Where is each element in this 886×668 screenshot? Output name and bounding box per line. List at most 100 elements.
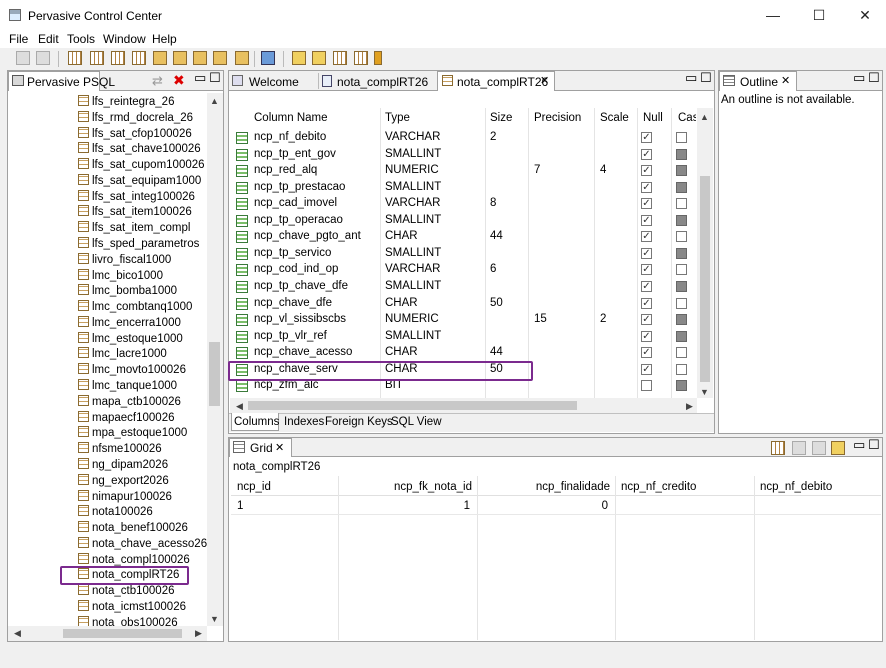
tree-item[interactable]: nota_benef100026 bbox=[78, 520, 188, 536]
tree-item[interactable]: lmc_bico1000 bbox=[78, 268, 163, 284]
menu-help[interactable]: Help bbox=[152, 32, 177, 46]
case-checkbox[interactable] bbox=[676, 330, 687, 342]
null-checkbox[interactable]: ✓ bbox=[641, 198, 652, 210]
grid-cell-ncp-id[interactable]: 1 bbox=[237, 500, 243, 512]
cell-type[interactable]: NUMERIC bbox=[385, 313, 439, 325]
cell-size[interactable]: 6 bbox=[490, 263, 496, 275]
forward-arrow-icon[interactable] bbox=[312, 51, 326, 65]
case-checkbox[interactable] bbox=[676, 231, 687, 243]
column-row[interactable]: ncp_tp_prestacao SMALLINT ✓ bbox=[232, 180, 696, 197]
cell-type[interactable]: SMALLINT bbox=[385, 181, 441, 193]
cell-name[interactable]: ncp_cad_imovel bbox=[254, 197, 337, 209]
tree-scroll-thumb[interactable] bbox=[209, 342, 220, 406]
cell-precision[interactable]: 7 bbox=[534, 164, 540, 176]
tree-item[interactable]: lfs_sat_item100026 bbox=[78, 204, 192, 220]
tree-item[interactable]: mapaecf100026 bbox=[78, 410, 174, 426]
cell-scale[interactable]: 2 bbox=[600, 313, 606, 325]
null-checkbox[interactable] bbox=[641, 380, 652, 392]
null-checkbox[interactable]: ✓ bbox=[641, 347, 652, 359]
grid-delete-row-icon[interactable] bbox=[792, 441, 806, 455]
cell-type[interactable]: SMALLINT bbox=[385, 214, 441, 226]
maximize-view-icon[interactable]: ☐ bbox=[868, 437, 880, 453]
close-button[interactable]: ✕ bbox=[842, 0, 886, 30]
tree-item[interactable]: ng_export2026 bbox=[78, 473, 169, 489]
scroll-up-icon[interactable]: ▲ bbox=[697, 112, 712, 122]
tree-item[interactable]: lfs_sat_cupom100026 bbox=[78, 157, 205, 173]
cell-name[interactable]: ncp_zfm_alc bbox=[254, 379, 319, 391]
null-checkbox[interactable]: ✓ bbox=[641, 314, 652, 326]
tree-item[interactable]: lmc_estoque1000 bbox=[78, 331, 183, 347]
null-checkbox[interactable]: ✓ bbox=[641, 231, 652, 243]
case-checkbox[interactable] bbox=[676, 363, 687, 375]
tree-item[interactable]: lmc_encerra1000 bbox=[78, 315, 181, 331]
column-row[interactable]: ncp_cod_ind_op VARCHAR 6 ✓ bbox=[232, 262, 696, 279]
cell-size[interactable]: 8 bbox=[490, 197, 496, 209]
column-row[interactable]: ncp_vl_sissibscbs NUMERIC 15 2 ✓ bbox=[232, 312, 696, 329]
cell-name[interactable]: ncp_tp_servico bbox=[254, 247, 331, 259]
clipboard-icon[interactable] bbox=[173, 51, 187, 65]
table-hscroll-thumb[interactable] bbox=[248, 401, 577, 410]
scroll-right-icon[interactable]: ▶ bbox=[682, 401, 697, 412]
grid-refresh-icon[interactable] bbox=[831, 441, 845, 455]
grid-copy-icon[interactable] bbox=[812, 441, 826, 455]
tree-item[interactable]: lmc_tanque1000 bbox=[78, 378, 177, 394]
tree-item[interactable]: lfs_sat_chave100026 bbox=[78, 141, 201, 157]
table-refresh-icon[interactable] bbox=[354, 51, 368, 65]
column-row[interactable]: ncp_tp_ent_gov SMALLINT ✓ bbox=[232, 147, 696, 164]
null-checkbox[interactable]: ✓ bbox=[641, 280, 652, 292]
header-size[interactable]: Size bbox=[490, 112, 512, 124]
tree-item[interactable]: mpa_estoque1000 bbox=[78, 425, 187, 441]
cell-type[interactable]: SMALLINT bbox=[385, 330, 441, 342]
case-checkbox[interactable] bbox=[676, 247, 687, 259]
cell-name[interactable]: ncp_chave_pgto_ant bbox=[254, 230, 361, 242]
minimize-view-icon[interactable]: ▭ bbox=[685, 70, 697, 86]
table-scroll-thumb[interactable] bbox=[700, 176, 710, 382]
null-checkbox[interactable]: ✓ bbox=[641, 214, 652, 226]
case-checkbox[interactable] bbox=[676, 198, 687, 210]
null-checkbox[interactable]: ✓ bbox=[641, 247, 652, 259]
table-export-icon[interactable] bbox=[132, 51, 146, 65]
header-scale[interactable]: Scale bbox=[600, 112, 629, 124]
tab-welcome[interactable]: Welcome bbox=[249, 75, 299, 89]
tree-hscroll-thumb[interactable] bbox=[63, 629, 182, 638]
case-checkbox[interactable] bbox=[676, 380, 687, 392]
maximize-button[interactable]: ☐ bbox=[796, 0, 842, 30]
grid-header-ncp-id[interactable]: ncp_id bbox=[237, 481, 271, 493]
table-icon[interactable] bbox=[68, 51, 82, 65]
menu-window[interactable]: Window bbox=[103, 32, 146, 46]
null-checkbox[interactable]: ✓ bbox=[641, 264, 652, 276]
cell-type[interactable]: CHAR bbox=[385, 297, 418, 309]
cell-type[interactable]: SMALLINT bbox=[385, 247, 441, 259]
grid-header-ncp-nf-credito[interactable]: ncp_nf_credito bbox=[621, 481, 696, 493]
scroll-up-icon[interactable]: ▲ bbox=[207, 96, 222, 106]
cell-type[interactable]: CHAR bbox=[385, 346, 418, 358]
cell-name[interactable]: ncp_chave_acesso bbox=[254, 346, 352, 358]
tab-sql-view[interactable]: SQL View bbox=[391, 416, 442, 428]
print-icon[interactable] bbox=[36, 51, 50, 65]
cell-size[interactable]: 44 bbox=[490, 230, 503, 242]
case-checkbox[interactable] bbox=[676, 132, 687, 143]
scroll-left-icon[interactable]: ◀ bbox=[232, 401, 247, 412]
column-row[interactable]: ncp_cad_imovel VARCHAR 8 ✓ bbox=[232, 196, 696, 213]
tree-item[interactable]: mapa_ctb100026 bbox=[78, 394, 181, 410]
tree-item[interactable]: lmc_movto100026 bbox=[78, 362, 186, 378]
case-checkbox[interactable] bbox=[676, 264, 687, 276]
minimize-view-icon[interactable]: ▭ bbox=[853, 437, 865, 453]
menu-tools[interactable]: Tools bbox=[67, 32, 95, 46]
document-icon[interactable] bbox=[153, 51, 167, 65]
null-checkbox[interactable]: ✓ bbox=[641, 165, 652, 177]
key-icon[interactable] bbox=[374, 51, 382, 65]
minimize-view-icon[interactable]: ▭ bbox=[853, 70, 865, 86]
cell-type[interactable]: VARCHAR bbox=[385, 131, 440, 143]
grid-cell-ncp-fk-nota-id[interactable]: 1 bbox=[342, 500, 470, 512]
case-checkbox[interactable] bbox=[676, 314, 687, 326]
header-type[interactable]: Type bbox=[385, 112, 410, 124]
null-checkbox[interactable]: ✓ bbox=[641, 148, 652, 160]
column-row[interactable]: ncp_tp_vlr_ref SMALLINT ✓ bbox=[232, 329, 696, 346]
cell-size[interactable]: 50 bbox=[490, 297, 503, 309]
case-checkbox[interactable] bbox=[676, 280, 687, 292]
close-tab-icon[interactable]: ✕ bbox=[540, 74, 549, 87]
header-column-name[interactable]: Column Name bbox=[254, 112, 328, 124]
tree-item[interactable]: nfsme100026 bbox=[78, 441, 162, 457]
column-row[interactable]: ncp_nf_debito VARCHAR 2 ✓ bbox=[232, 130, 696, 147]
